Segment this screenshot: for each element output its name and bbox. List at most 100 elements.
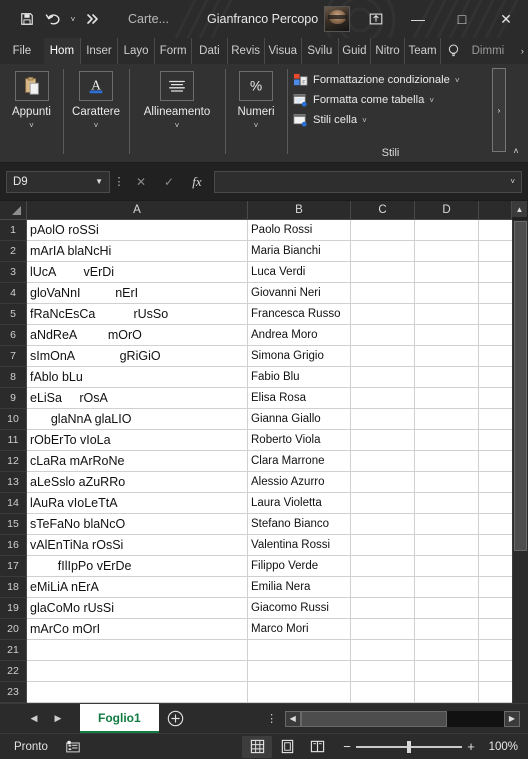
cell-empty[interactable] [351, 514, 415, 535]
zoom-slider[interactable] [356, 740, 462, 753]
cell-empty[interactable] [479, 220, 512, 241]
row-header[interactable]: 18 [0, 577, 27, 598]
row-header[interactable]: 22 [0, 661, 27, 682]
row-header[interactable]: 2 [0, 241, 27, 262]
cell-empty[interactable] [479, 682, 512, 703]
cell-empty[interactable] [479, 556, 512, 577]
cell-empty[interactable] [351, 430, 415, 451]
cell-B9[interactable]: Elisa Rosa [248, 388, 351, 409]
cell-B20[interactable]: Marco Mori [248, 619, 351, 640]
row-header[interactable]: 21 [0, 640, 27, 661]
formula-input[interactable]: ˅ [214, 170, 522, 193]
vertical-scroll-thumb[interactable] [514, 221, 527, 551]
scroll-left-button[interactable]: ◀ [284, 710, 301, 727]
accessibility-icon[interactable] [60, 740, 86, 754]
tab-help[interactable]: Guid [339, 38, 371, 64]
horizontal-scrollbar[interactable]: ◀ ▶ [284, 710, 520, 727]
cell-A13[interactable]: aLeSslo aZuRRo [27, 472, 248, 493]
tabs-overflow-icon[interactable]: › [517, 38, 528, 64]
cell-empty[interactable] [415, 220, 479, 241]
row-header[interactable]: 17 [0, 556, 27, 577]
cell-A2[interactable]: mArIA blaNcHi [27, 241, 248, 262]
cell-A22[interactable] [27, 661, 248, 682]
align-center-icon[interactable] [160, 71, 194, 101]
formula-bar-overflow-icon[interactable]: ⋮ [110, 175, 128, 188]
cell-A20[interactable]: mArCo mOrI [27, 619, 248, 640]
undo-icon[interactable] [40, 6, 66, 32]
column-header-c[interactable]: C [351, 201, 415, 220]
next-sheet-icon[interactable]: ▶ [46, 707, 70, 731]
cell-empty[interactable] [479, 346, 512, 367]
cell-empty[interactable] [351, 283, 415, 304]
cell-empty[interactable] [479, 409, 512, 430]
scroll-up-button[interactable]: ▲ [512, 201, 527, 217]
cell-empty[interactable] [351, 682, 415, 703]
cell-empty[interactable] [479, 619, 512, 640]
cell-empty[interactable] [351, 661, 415, 682]
cell-empty[interactable] [479, 661, 512, 682]
cell-empty[interactable] [479, 598, 512, 619]
cell-empty[interactable] [415, 556, 479, 577]
zoom-level-label[interactable]: 100% [488, 741, 528, 753]
cell-B12[interactable]: Clara Marrone [248, 451, 351, 472]
clipboard-icon[interactable] [14, 71, 49, 101]
cell-empty[interactable] [351, 346, 415, 367]
cell-empty[interactable] [351, 619, 415, 640]
cell-empty[interactable] [479, 241, 512, 262]
conditional-formatting-caret-icon[interactable]: ˅ [455, 76, 460, 85]
row-header[interactable]: 11 [0, 430, 27, 451]
zoom-slider-thumb[interactable] [406, 740, 411, 753]
cell-B16[interactable]: Valentina Rossi [248, 535, 351, 556]
cell-empty[interactable] [415, 640, 479, 661]
expand-formula-bar-icon[interactable]: ˅ [510, 177, 515, 186]
cell-B7[interactable]: Simona Grigio [248, 346, 351, 367]
cell-empty[interactable] [415, 598, 479, 619]
cell-empty[interactable] [351, 409, 415, 430]
cell-A8[interactable]: fAblo bLu [27, 367, 248, 388]
cell-empty[interactable] [415, 241, 479, 262]
zoom-in-button[interactable]: + [462, 739, 480, 754]
cell-empty[interactable] [415, 535, 479, 556]
cell-B10[interactable]: Gianna Giallo [248, 409, 351, 430]
cell-empty[interactable] [479, 451, 512, 472]
row-header[interactable]: 15 [0, 514, 27, 535]
avatar[interactable] [324, 6, 351, 32]
cell-A19[interactable]: glaCoMo rUsSi [27, 598, 248, 619]
cell-B14[interactable]: Laura Violetta [248, 493, 351, 514]
cell-B21[interactable] [248, 640, 351, 661]
cell-B23[interactable] [248, 682, 351, 703]
cell-empty[interactable] [351, 556, 415, 577]
cell-empty[interactable] [415, 367, 479, 388]
ribbon-scroll-right-button[interactable]: › [492, 68, 506, 152]
cell-B17[interactable]: Filippo Verde [248, 556, 351, 577]
tab-view[interactable]: Visua [265, 38, 302, 64]
cell-A10[interactable]: glaNnA glaLIO [27, 409, 248, 430]
ribbon-group-number[interactable]: % Numeri ˅ [225, 64, 287, 162]
cell-B6[interactable]: Andrea Moro [248, 325, 351, 346]
tab-insert[interactable]: Inser [81, 38, 119, 64]
cell-A7[interactable]: sImOnA gRiGiO [27, 346, 248, 367]
column-header-e[interactable] [479, 201, 512, 220]
normal-view-button[interactable] [242, 735, 272, 758]
tab-home[interactable]: Hom [43, 38, 81, 64]
cancel-icon[interactable]: ✕ [128, 171, 154, 193]
conditional-formatting-item[interactable]: F Formattazione condizionale ˅ [293, 70, 459, 90]
format-as-table-caret-icon[interactable]: ˅ [429, 96, 434, 105]
cell-empty[interactable] [351, 262, 415, 283]
row-header[interactable]: 4 [0, 283, 27, 304]
cell-empty[interactable] [479, 514, 512, 535]
cell-B5[interactable]: Francesca Russo [248, 304, 351, 325]
cell-empty[interactable] [415, 304, 479, 325]
cell-empty[interactable] [415, 682, 479, 703]
cell-empty[interactable] [479, 577, 512, 598]
cell-A16[interactable]: vAlEnTiNa rOsSi [27, 535, 248, 556]
minimize-button[interactable]: — [396, 0, 440, 38]
row-header[interactable]: 8 [0, 367, 27, 388]
cell-empty[interactable] [415, 346, 479, 367]
cell-B8[interactable]: Fabio Blu [248, 367, 351, 388]
cell-empty[interactable] [351, 304, 415, 325]
maximize-button[interactable]: □ [440, 0, 484, 38]
cell-empty[interactable] [351, 241, 415, 262]
tab-review[interactable]: Revis [228, 38, 265, 64]
row-header[interactable]: 12 [0, 451, 27, 472]
